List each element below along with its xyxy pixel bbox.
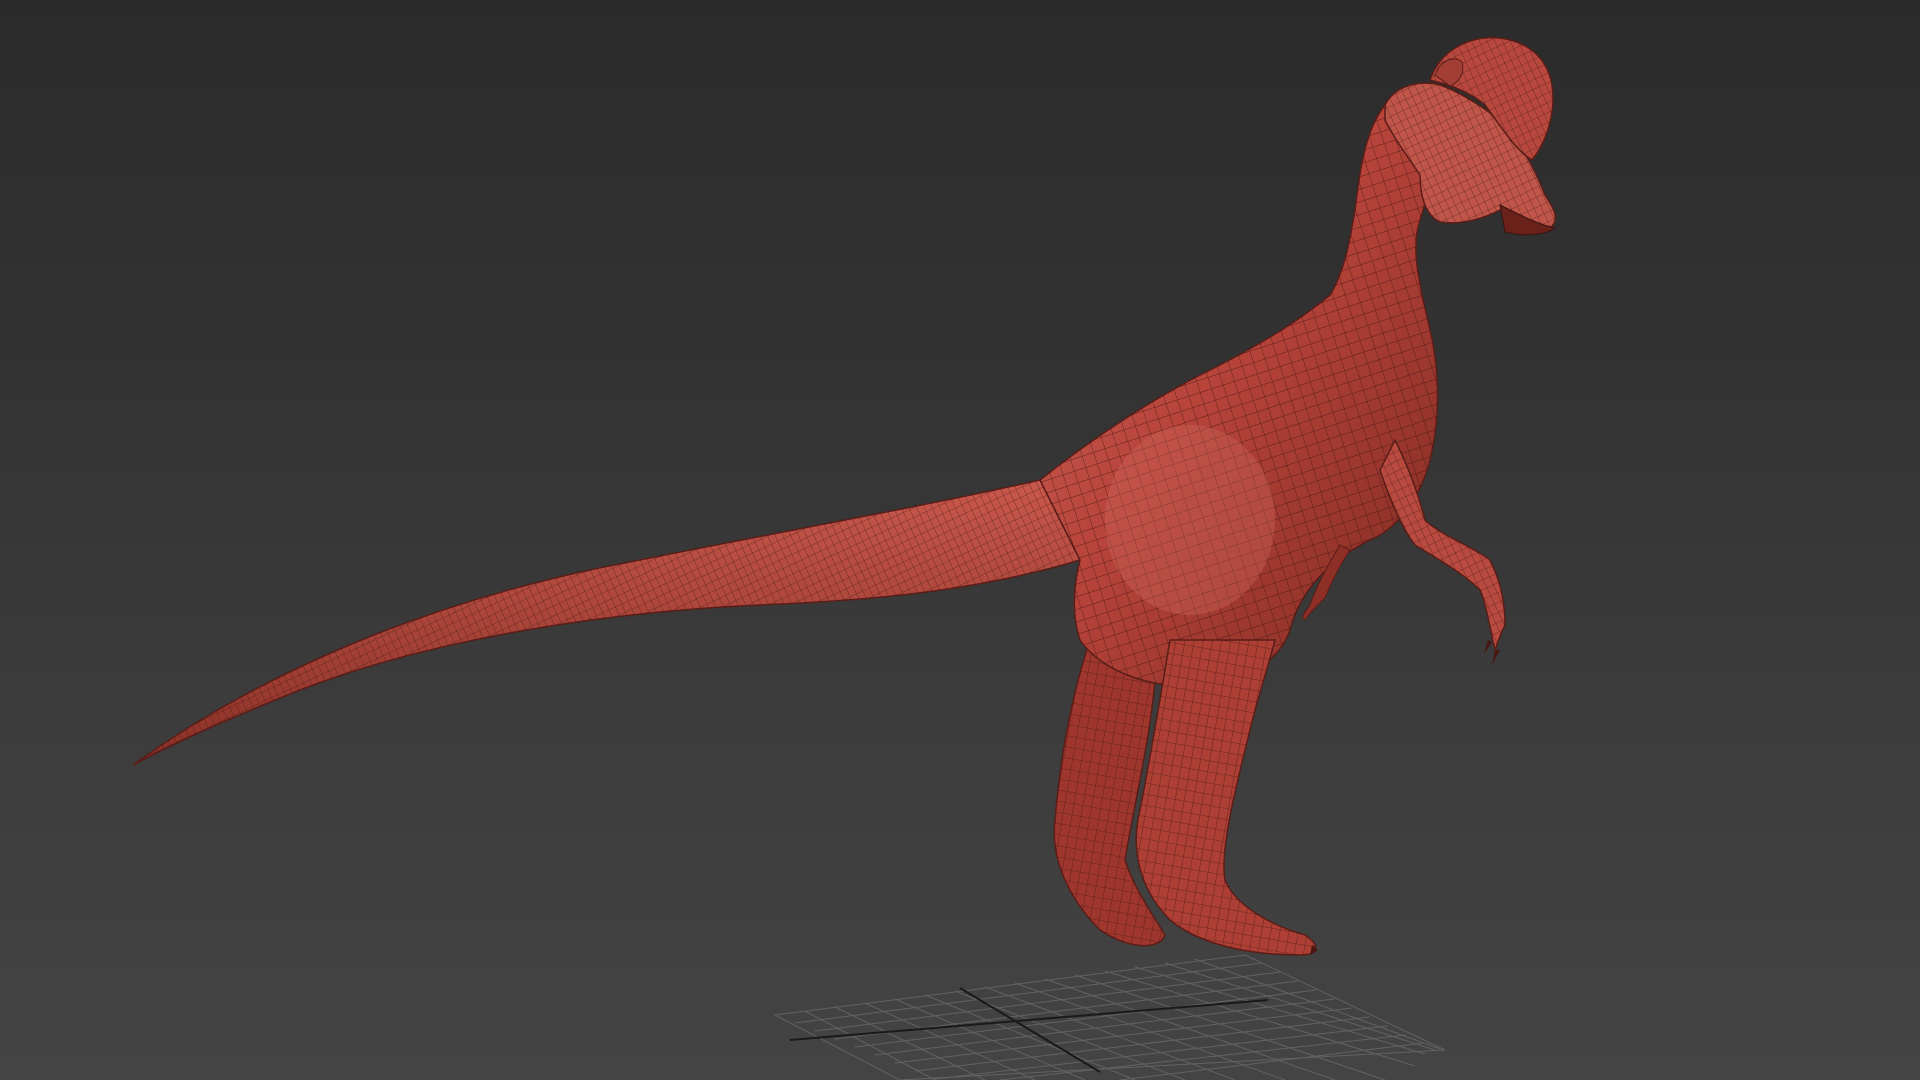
dinosaur-model[interactable] [132,36,1557,956]
model-hip-shading [1105,425,1275,615]
ground-grid [773,954,1446,1080]
grid-axes [789,987,1269,1073]
3d-viewport[interactable] [0,0,1920,1080]
scene-canvas[interactable] [0,0,1920,1080]
model-claws [1310,640,1500,955]
